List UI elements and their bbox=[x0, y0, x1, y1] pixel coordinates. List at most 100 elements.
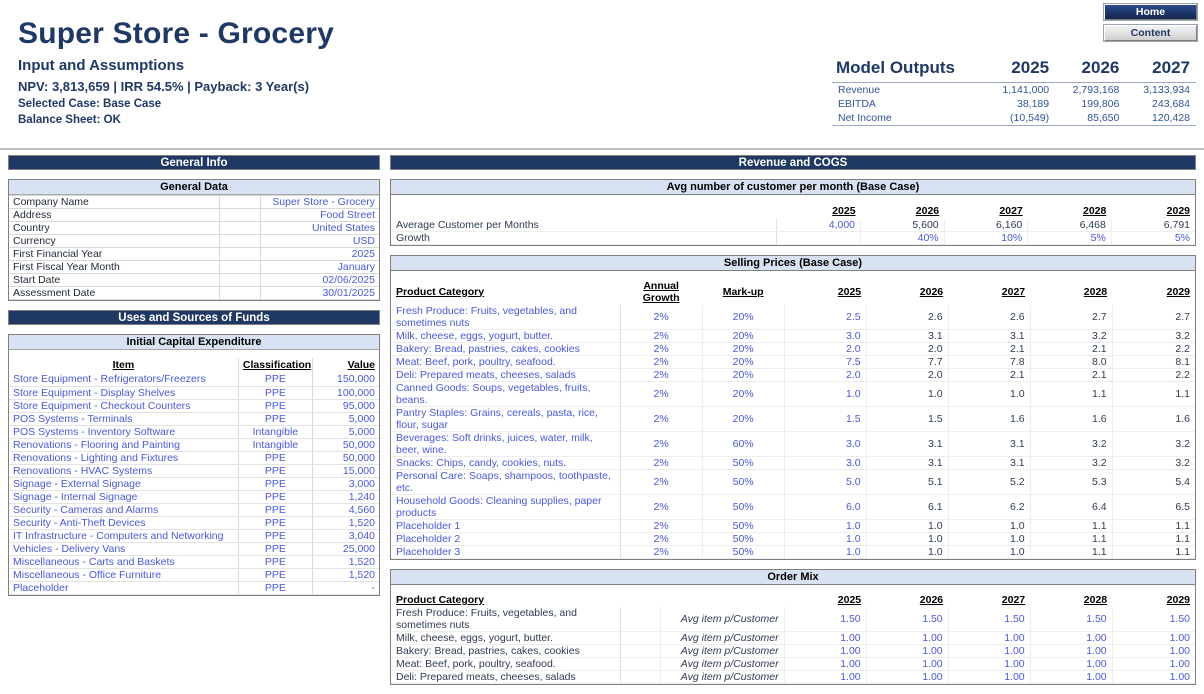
price-cell[interactable]: 1.0 bbox=[866, 545, 948, 558]
markup-cell[interactable]: 20% bbox=[702, 355, 784, 368]
capex-value[interactable]: 15,000 bbox=[312, 464, 379, 477]
price-cell[interactable]: 2.6 bbox=[866, 304, 948, 329]
capex-classification[interactable]: PPE bbox=[238, 373, 312, 386]
price-cell[interactable]: 1.0 bbox=[948, 381, 1030, 406]
markup-cell[interactable]: 50% bbox=[702, 532, 784, 545]
general-data-value[interactable]: 30/01/2025 bbox=[261, 287, 379, 300]
capex-item[interactable]: Store Equipment - Checkout Counters bbox=[9, 399, 238, 412]
capex-value[interactable]: 1,240 bbox=[312, 490, 379, 503]
customers-cell[interactable]: 5% bbox=[1028, 231, 1112, 244]
order-mix-cell[interactable]: 1.00 bbox=[866, 632, 948, 645]
capex-item[interactable]: Store Equipment - Refrigerators/Freezers bbox=[9, 373, 238, 386]
customers-cell[interactable]: 6,160 bbox=[944, 218, 1028, 231]
capex-classification[interactable]: PPE bbox=[238, 516, 312, 529]
capex-value[interactable]: 50,000 bbox=[312, 451, 379, 464]
price-cell[interactable]: 1.6 bbox=[948, 406, 1030, 431]
price-cell[interactable]: 1.0 bbox=[948, 532, 1030, 545]
capex-value[interactable]: 100,000 bbox=[312, 386, 379, 399]
markup-cell[interactable]: 60% bbox=[702, 431, 784, 456]
annual-growth-cell[interactable]: 2% bbox=[620, 456, 702, 469]
price-cell[interactable]: 2.1 bbox=[1030, 368, 1112, 381]
price-cell[interactable]: 2.0 bbox=[866, 342, 948, 355]
price-cell[interactable]: 1.0 bbox=[784, 545, 866, 558]
capex-item[interactable]: Miscellaneous - Carts and Baskets bbox=[9, 555, 238, 568]
order-mix-cell[interactable]: 1.50 bbox=[948, 607, 1030, 632]
price-cell[interactable]: 2.0 bbox=[784, 368, 866, 381]
order-mix-cell[interactable]: 1.00 bbox=[948, 671, 1030, 684]
capex-item[interactable]: Renovations - Flooring and Painting bbox=[9, 438, 238, 451]
capex-item[interactable]: Vehicles - Delivery Vans bbox=[9, 542, 238, 555]
price-cell[interactable]: 1.5 bbox=[784, 406, 866, 431]
price-cell[interactable]: 1.5 bbox=[866, 406, 948, 431]
price-cell[interactable]: 1.0 bbox=[948, 519, 1030, 532]
capex-value[interactable]: 4,560 bbox=[312, 503, 379, 516]
price-cell[interactable]: 1.1 bbox=[1030, 381, 1112, 406]
price-cell[interactable]: 1.0 bbox=[866, 532, 948, 545]
capex-value[interactable]: 150,000 bbox=[312, 373, 379, 386]
capex-classification[interactable]: PPE bbox=[238, 581, 312, 594]
order-mix-cell[interactable]: 1.00 bbox=[1030, 658, 1112, 671]
price-cell[interactable]: 1.0 bbox=[784, 532, 866, 545]
order-mix-cell[interactable]: 1.00 bbox=[1112, 645, 1195, 658]
capex-item[interactable]: Renovations - Lighting and Fixtures bbox=[9, 451, 238, 464]
price-cell[interactable]: 3.1 bbox=[948, 431, 1030, 456]
price-cell[interactable]: 5.4 bbox=[1112, 469, 1195, 494]
markup-cell[interactable]: 50% bbox=[702, 469, 784, 494]
order-mix-cell[interactable]: 1.50 bbox=[866, 607, 948, 632]
price-cell[interactable]: 3.1 bbox=[866, 329, 948, 342]
price-cell[interactable]: 3.1 bbox=[866, 431, 948, 456]
price-cell[interactable]: 1.1 bbox=[1030, 545, 1112, 558]
capex-classification[interactable]: PPE bbox=[238, 399, 312, 412]
price-cell[interactable]: 5.1 bbox=[866, 469, 948, 494]
capex-value[interactable]: 50,000 bbox=[312, 438, 379, 451]
price-cell[interactable]: 3.1 bbox=[948, 329, 1030, 342]
price-cell[interactable]: 2.2 bbox=[1112, 368, 1195, 381]
price-cell[interactable]: 1.0 bbox=[866, 519, 948, 532]
order-mix-cell[interactable]: 1.00 bbox=[1030, 632, 1112, 645]
order-mix-cell[interactable]: 1.00 bbox=[784, 658, 866, 671]
capex-value[interactable]: 5,000 bbox=[312, 412, 379, 425]
order-mix-cell[interactable]: 1.50 bbox=[1112, 607, 1195, 632]
general-data-value[interactable]: Super Store - Grocery bbox=[261, 196, 379, 209]
price-cell[interactable]: 6.4 bbox=[1030, 494, 1112, 519]
price-cell[interactable]: 6.2 bbox=[948, 494, 1030, 519]
customers-cell[interactable]: 6,468 bbox=[1028, 218, 1112, 231]
price-cell[interactable]: 2.0 bbox=[866, 368, 948, 381]
price-cell[interactable]: 2.6 bbox=[948, 304, 1030, 329]
annual-growth-cell[interactable]: 2% bbox=[620, 329, 702, 342]
capex-classification[interactable]: Intangible bbox=[238, 438, 312, 451]
price-cell[interactable]: 2.1 bbox=[948, 342, 1030, 355]
price-cell[interactable]: 7.8 bbox=[948, 355, 1030, 368]
capex-item[interactable]: Security - Cameras and Alarms bbox=[9, 503, 238, 516]
capex-item[interactable]: IT Infrastructure - Computers and Networ… bbox=[9, 529, 238, 542]
capex-classification[interactable]: PPE bbox=[238, 451, 312, 464]
price-cell[interactable]: 2.1 bbox=[948, 368, 1030, 381]
capex-value[interactable]: 1,520 bbox=[312, 568, 379, 581]
capex-item[interactable]: POS Systems - Terminals bbox=[9, 412, 238, 425]
price-cell[interactable]: 2.2 bbox=[1112, 342, 1195, 355]
markup-cell[interactable]: 50% bbox=[702, 519, 784, 532]
price-cell[interactable]: 6.5 bbox=[1112, 494, 1195, 519]
order-mix-cell[interactable]: 1.00 bbox=[784, 671, 866, 684]
customers-cell[interactable]: 10% bbox=[944, 231, 1028, 244]
capex-value[interactable]: 3,000 bbox=[312, 477, 379, 490]
order-mix-cell[interactable]: 1.00 bbox=[948, 645, 1030, 658]
price-cell[interactable]: 2.7 bbox=[1112, 304, 1195, 329]
price-cell[interactable]: 1.1 bbox=[1112, 532, 1195, 545]
order-mix-cell[interactable]: 1.00 bbox=[866, 645, 948, 658]
annual-growth-cell[interactable]: 2% bbox=[620, 532, 702, 545]
capex-classification[interactable]: PPE bbox=[238, 464, 312, 477]
capex-item[interactable]: Security - Anti-Theft Devices bbox=[9, 516, 238, 529]
price-cell[interactable]: 1.1 bbox=[1030, 519, 1112, 532]
annual-growth-cell[interactable]: 2% bbox=[620, 469, 702, 494]
capex-classification[interactable]: Intangible bbox=[238, 425, 312, 438]
price-cell[interactable]: 8.0 bbox=[1030, 355, 1112, 368]
price-cell[interactable]: 1.1 bbox=[1112, 519, 1195, 532]
order-mix-cell[interactable]: 1.00 bbox=[784, 632, 866, 645]
customers-cell[interactable]: 5% bbox=[1111, 231, 1195, 244]
capex-classification[interactable]: PPE bbox=[238, 529, 312, 542]
price-cell[interactable]: 3.1 bbox=[948, 456, 1030, 469]
markup-cell[interactable]: 20% bbox=[702, 304, 784, 329]
capex-item[interactable]: Signage - External Signage bbox=[9, 477, 238, 490]
order-mix-cell[interactable]: 1.00 bbox=[1112, 658, 1195, 671]
